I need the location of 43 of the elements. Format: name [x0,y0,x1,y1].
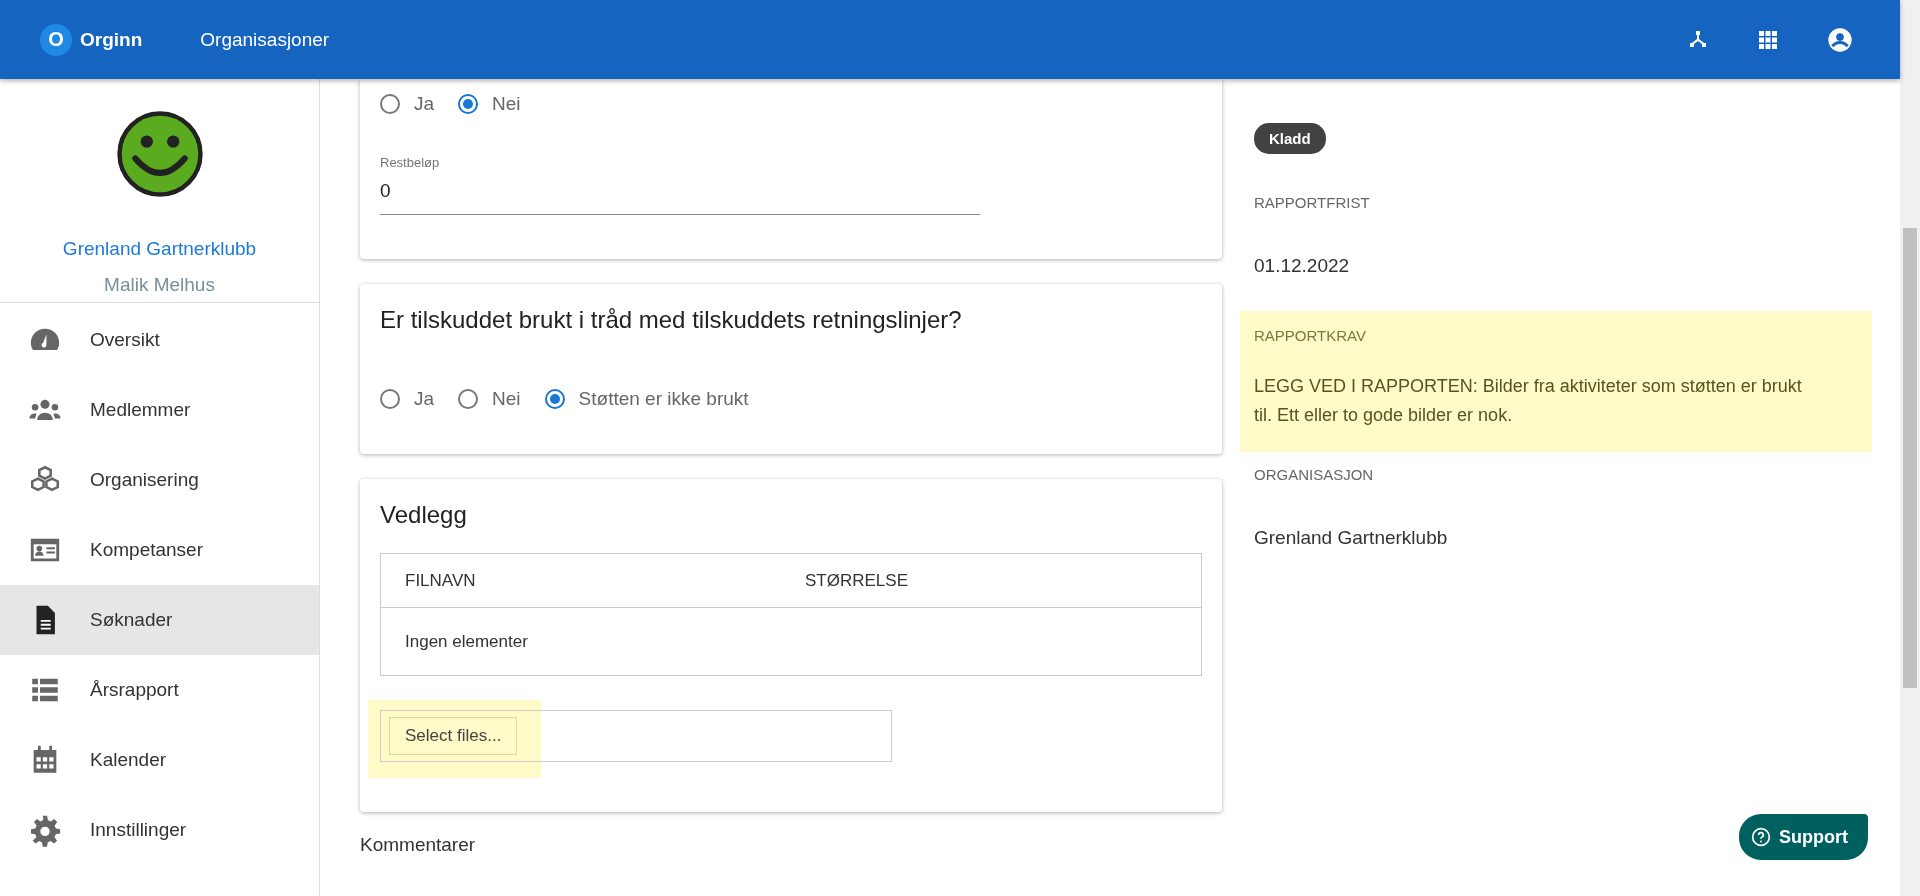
comments-heading: Kommentarer [360,834,477,856]
requirement-text: LEGG VED I RAPPORTEN: Bilder fra aktiviteter som støtten er brukt til. Ett eller to gode bilder er nok. [1254,375,1803,427]
sidebar-item[interactable]: Årsrapport [0,655,319,725]
logo-badge[interactable]: O [40,23,72,56]
radio-icon[interactable] [380,94,400,114]
sidebar-item[interactable]: Kompetanser [0,515,319,585]
gear-icon [28,813,62,847]
column-header[interactable]: STØRRELSE [781,570,1181,591]
detail-label: RAPPORTKRAV [1254,327,1367,344]
detail-label: RAPPORTFRIST [1254,194,1371,211]
radio-icon[interactable] [544,389,565,409]
sidebar-item[interactable]: Innstillinger [0,795,319,865]
radio-option[interactable]: Ja [380,93,435,115]
radio-option[interactable]: Nei [458,93,521,115]
detail-value: Grenland Gartnerklubb [1254,526,1449,550]
sidebar-item[interactable]: Oversikt [0,305,319,375]
radio-icon[interactable] [458,389,479,409]
user-name: Malik Melhus [104,274,215,296]
select-files-button[interactable]: Select files... [389,717,518,755]
sidebar-item[interactable]: Medlemmer [0,375,319,445]
radio-option[interactable]: Støtten er ikke brukt [544,388,749,410]
column-header[interactable]: FILNAVN [381,570,781,591]
radio-option[interactable]: Ja [380,388,435,410]
radio-option[interactable]: Nei [458,388,521,410]
empty-message: Ingen elementer [404,630,529,653]
brand-name[interactable]: Orginn [80,28,143,51]
help-icon [1751,827,1771,847]
sidebar-item[interactable]: Søknader [0,585,319,655]
account-icon[interactable] [1826,25,1854,54]
sidebar-item[interactable]: Organisering [0,445,319,515]
support-button[interactable]: Support [1739,814,1868,860]
radio-icon[interactable] [380,389,400,409]
organization-name[interactable]: Grenland Gartnerklubb [62,238,257,260]
sidebar-item[interactable]: Kalender [0,725,319,795]
nav-link[interactable]: Organisasjoner [200,28,330,51]
radio-icon[interactable] [458,94,479,114]
detail-label: ORGANISASJON [1254,465,1375,483]
status-chip: Kladd [1254,123,1326,154]
amount-field[interactable]: Restbeløp 0 [380,155,980,215]
question-title: Er tilskuddet brukt i tråd med tilskuddets retningslinjer? [380,306,963,334]
section-title: Vedlegg [380,501,468,529]
detail-value: 01.12.2022 [1254,255,1351,278]
scrollbar[interactable] [1900,0,1920,896]
